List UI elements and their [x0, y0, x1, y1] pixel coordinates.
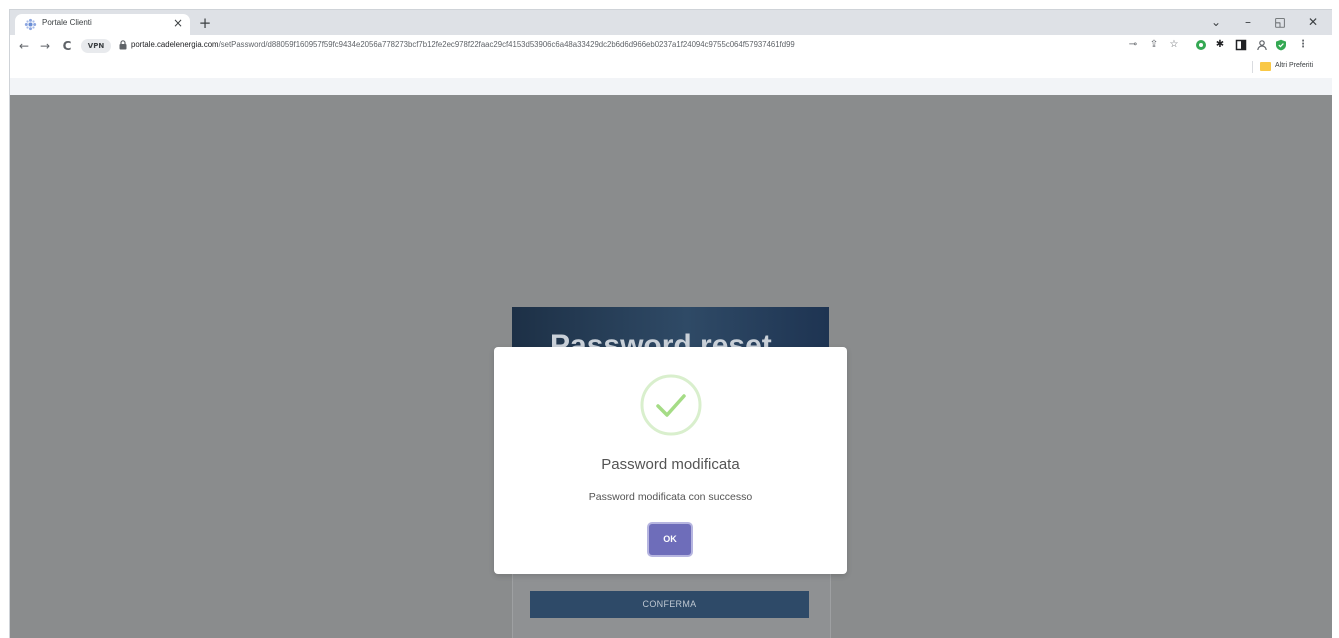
ok-button[interactable]: OK	[649, 524, 691, 555]
browser-window: Portale Clienti × + ⌄ – ◱ ✕ ← → C VPN po…	[9, 9, 1332, 638]
card-hero-banner: Password reset	[512, 307, 829, 352]
browser-toolbar: ← → C VPN portale.cadelenergia.com/setPa…	[10, 35, 1332, 78]
forward-button[interactable]: →	[36, 37, 54, 55]
back-button[interactable]: ←	[15, 37, 33, 55]
tab-portale-clienti[interactable]: Portale Clienti ×	[15, 14, 190, 35]
reload-button[interactable]: C	[58, 37, 76, 55]
site-favicon-icon	[24, 18, 37, 31]
modal-message: Password modificata con successo	[588, 491, 753, 503]
bookmark-altri-preferiti[interactable]: Altri Preferiti	[1275, 62, 1313, 69]
lock-icon[interactable]	[119, 40, 127, 50]
vpn-badge[interactable]: VPN	[81, 39, 111, 53]
star-icon[interactable]: ☆	[1168, 39, 1180, 51]
minimize-button[interactable]: –	[1238, 13, 1258, 31]
share-icon[interactable]: ⇪	[1148, 39, 1160, 51]
shield-check-icon[interactable]	[1275, 39, 1287, 51]
profile-icon[interactable]	[1256, 39, 1268, 51]
puzzle-icon[interactable]: ✱	[1214, 39, 1226, 51]
menu-icon[interactable]: ⋮	[1297, 39, 1309, 51]
sidebar-icon[interactable]	[1235, 39, 1247, 51]
key-icon[interactable]: ⊸	[1127, 39, 1139, 51]
url-host: portale.cadelenergia.com	[131, 40, 219, 49]
page-overlay[interactable]: Password reset CONFERMA Password modific…	[10, 95, 1332, 638]
url-path: /setPassword/d88059f160957f59fc9434e2056…	[218, 40, 795, 49]
modal-title: Password modificata	[601, 456, 740, 473]
success-modal: Password modificata Password modificata …	[494, 347, 847, 574]
check-circle-icon	[640, 374, 702, 436]
close-window-button[interactable]: ✕	[1303, 13, 1323, 31]
address-bar[interactable]: portale.cadelenergia.com/setPassword/d88…	[131, 40, 795, 49]
tab-close-icon[interactable]: ×	[170, 15, 186, 31]
tab-strip: Portale Clienti × + ⌄ – ◱ ✕	[10, 10, 1332, 35]
folder-icon[interactable]	[1260, 62, 1271, 71]
restore-button[interactable]: ◱	[1270, 13, 1290, 31]
confirm-button[interactable]: CONFERMA	[530, 591, 809, 618]
tab-search-icon[interactable]: ⌄	[1206, 13, 1226, 31]
shield-icon[interactable]	[1195, 39, 1207, 51]
new-tab-button[interactable]: +	[196, 14, 214, 32]
tab-title: Portale Clienti	[42, 18, 92, 27]
bookmark-separator	[1252, 61, 1253, 73]
